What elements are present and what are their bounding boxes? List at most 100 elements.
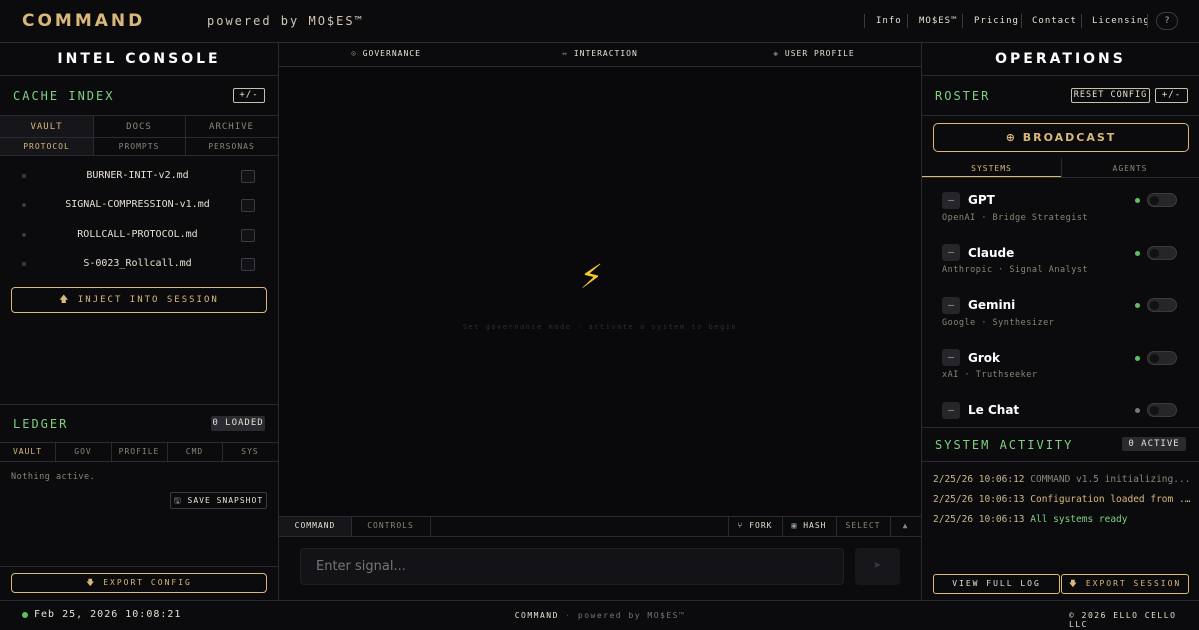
export-config-button[interactable]: 🡇 EXPORT CONFIG — [11, 573, 267, 593]
tab-vault[interactable]: VAULT — [0, 122, 93, 132]
collapse-caret-icon[interactable]: ▲ — [890, 521, 921, 530]
nav-moses[interactable]: MO$ES™ — [919, 16, 958, 26]
file-item-1[interactable]: BURNER-INIT-v2.md — [40, 170, 235, 181]
nav-divider — [962, 14, 963, 28]
operations-title: OPERATIONS — [995, 51, 1126, 67]
divider — [430, 517, 431, 536]
file-checkbox-1[interactable] — [241, 170, 255, 183]
ledger-tab-gov[interactable]: GOV — [55, 447, 111, 456]
nav-licensing[interactable]: Licensing — [1092, 16, 1150, 26]
footer-copyright: © 2026 ELLO CELLO LLC — [1069, 611, 1177, 629]
status-dot — [1135, 408, 1140, 413]
agent-toggle-gpt[interactable] — [1147, 193, 1177, 207]
lightning-icon: ⚡ — [580, 253, 603, 297]
inject-into-session-button[interactable]: 🡅 INJECT INTO SESSION — [11, 287, 267, 313]
nav-info[interactable]: Info — [876, 16, 902, 26]
divider — [279, 516, 921, 517]
agent-desc-claude: Anthropic · Signal Analyst — [942, 265, 1089, 275]
cache-index-title: CACHE INDEX — [13, 89, 115, 103]
log-entry: 2/25/26 10:06:13 All systems ready — [933, 514, 1191, 525]
agent-toggle-grok[interactable] — [1147, 351, 1177, 365]
footer-brand: COMMAND · powered by MO$ES™ — [279, 611, 921, 620]
agent-collapse-button[interactable]: – — [942, 244, 960, 261]
ledger-empty-text: Nothing active. — [11, 472, 96, 482]
divider — [0, 442, 278, 443]
subtab-prompts[interactable]: PROMPTS — [93, 142, 185, 151]
fork-icon: ⑂ — [737, 521, 744, 530]
save-icon: 🖫 — [173, 496, 182, 505]
cache-toggle-button[interactable]: +/- — [233, 88, 265, 103]
ledger-badge: 0 LOADED — [211, 416, 265, 431]
file-item-3[interactable]: ROLLCALL-PROTOCOL.md — [40, 229, 235, 240]
tab-command[interactable]: COMMAND — [279, 521, 351, 530]
divider — [922, 461, 1199, 462]
send-button[interactable]: ➤ — [855, 548, 900, 585]
file-bullet — [22, 203, 26, 207]
divider — [1061, 158, 1062, 177]
tab-docs[interactable]: DOCS — [93, 122, 185, 132]
nav-divider — [1147, 14, 1148, 28]
ledger-tab-profile[interactable]: PROFILE — [111, 447, 167, 456]
tab-archive[interactable]: ARCHIVE — [185, 122, 278, 132]
agent-toggle-lechat[interactable] — [1147, 403, 1177, 417]
tab-interaction[interactable]: ↔ INTERACTION — [493, 49, 707, 58]
agent-toggle-gemini[interactable] — [1147, 298, 1177, 312]
agent-collapse-button[interactable]: – — [942, 349, 960, 366]
select-button[interactable]: SELECT — [836, 521, 890, 530]
file-checkbox-2[interactable] — [241, 199, 255, 212]
agent-toggle-claude[interactable] — [1147, 246, 1177, 260]
agent-collapse-button[interactable]: – — [942, 297, 960, 314]
agent-collapse-button[interactable]: – — [942, 192, 960, 209]
tab-systems[interactable]: SYSTEMS — [922, 164, 1061, 173]
save-snapshot-button[interactable]: 🖫 SAVE SNAPSHOT — [170, 492, 267, 509]
download-arrow-icon: 🡇 — [1068, 579, 1079, 588]
inject-label: INJECT INTO SESSION — [77, 295, 219, 305]
status-dot — [1135, 303, 1140, 308]
governance-icon: ⊙ — [351, 49, 357, 58]
footer-powered: powered by MO$ES™ — [577, 611, 686, 620]
status-dot — [1135, 198, 1140, 203]
nav-divider — [1021, 14, 1022, 28]
divider — [0, 566, 278, 567]
tab-controls[interactable]: CONTROLS — [351, 521, 430, 530]
tab-governance[interactable]: ⊙ GOVERNANCE — [279, 49, 493, 58]
tab-interaction-label: INTERACTION — [573, 49, 638, 58]
subtab-protocol[interactable]: PROTOCOL — [0, 142, 93, 151]
file-bullet — [22, 233, 26, 237]
reset-config-button[interactable]: RESET CONFIG — [1071, 88, 1150, 103]
agent-name-gemini: Gemini — [968, 298, 1016, 312]
view-full-log-button[interactable]: VIEW FULL LOG — [933, 574, 1060, 594]
app-logo[interactable]: COMMAND — [22, 11, 145, 31]
file-checkbox-4[interactable] — [241, 258, 255, 271]
log-text: Configuration loaded from ... — [1030, 494, 1191, 505]
tab-user-profile[interactable]: ◈ USER PROFILE — [707, 49, 921, 58]
save-snapshot-label: SAVE SNAPSHOT — [187, 496, 264, 505]
file-item-2[interactable]: SIGNAL-COMPRESSION-v1.md — [40, 199, 235, 210]
nav-contact[interactable]: Contact — [1032, 16, 1077, 26]
hash-button[interactable]: ▣ HASH — [782, 521, 836, 530]
help-button[interactable]: ? — [1156, 12, 1178, 30]
status-dot — [1135, 356, 1140, 361]
agent-desc-gemini: Google · Synthesizer — [942, 318, 1055, 328]
ledger-tab-sys[interactable]: SYS — [222, 447, 278, 456]
roster-toggle-button[interactable]: +/- — [1155, 88, 1188, 103]
agent-collapse-button[interactable]: – — [942, 402, 960, 419]
ledger-tab-cmd[interactable]: CMD — [167, 447, 222, 456]
tab-agents[interactable]: AGENTS — [1061, 164, 1199, 173]
divider — [922, 177, 1199, 178]
export-session-button[interactable]: 🡇 EXPORT SESSION — [1061, 574, 1189, 594]
subtab-personas[interactable]: PERSONAS — [185, 142, 278, 151]
broadcast-button[interactable]: ⊕ BROADCAST — [933, 123, 1189, 152]
log-entry: 2/25/26 10:06:12 COMMAND v1.5 initializi… — [933, 474, 1191, 485]
status-dot — [1135, 251, 1140, 256]
file-item-4[interactable]: S-0023_Rollcall.md — [40, 258, 235, 269]
activity-badge: 0 ACTIVE — [1122, 437, 1186, 451]
nav-pricing[interactable]: Pricing — [974, 16, 1019, 26]
footer-clock: Feb 25, 2026 10:08:21 — [34, 609, 182, 620]
signal-input[interactable] — [300, 548, 844, 585]
file-checkbox-3[interactable] — [241, 229, 255, 242]
ledger-tab-vault[interactable]: VAULT — [0, 447, 55, 456]
agent-desc-gpt: OpenAI · Bridge Strategist — [942, 213, 1089, 223]
fork-button[interactable]: ⑂ FORK — [728, 521, 782, 530]
file-bullet — [22, 174, 26, 178]
